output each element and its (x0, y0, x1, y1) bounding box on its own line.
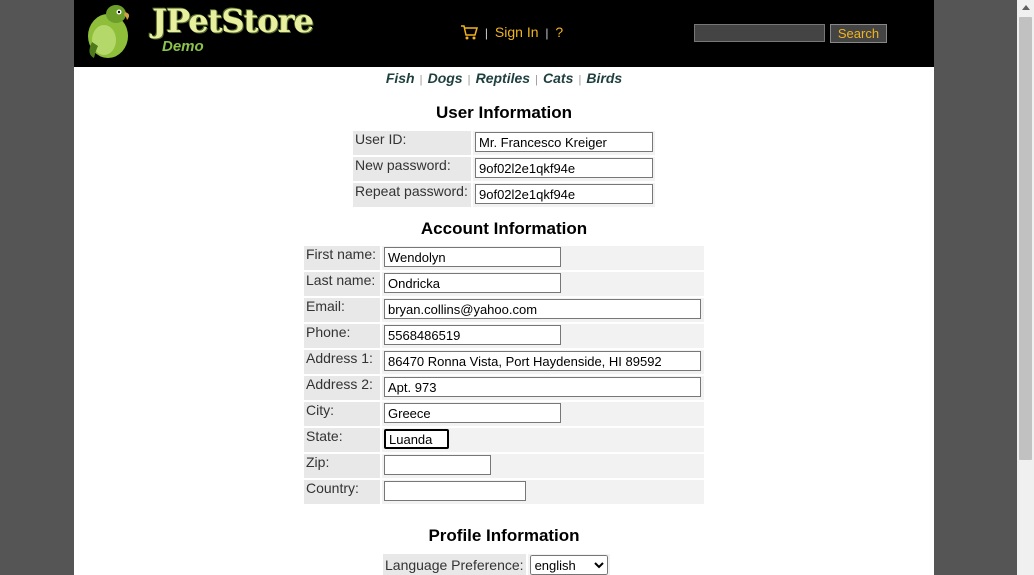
profile-info-table: Language Preference: english (381, 552, 612, 575)
user-info-table: User ID: New password: Repeat password: (351, 129, 657, 209)
search-input[interactable] (694, 24, 825, 42)
field-label: Country: (304, 480, 380, 504)
quicklink-dogs[interactable]: Dogs (428, 70, 463, 86)
field-label: First name: (304, 246, 380, 270)
quicklink-birds[interactable]: Birds (586, 70, 622, 86)
scroll-up-arrow-icon[interactable] (1022, 5, 1030, 10)
field-cell (473, 183, 655, 207)
logo[interactable]: JPetStore Demo (82, 2, 314, 60)
address1-input[interactable] (384, 351, 701, 371)
form-row: Language Preference: english (383, 554, 610, 575)
field-label: Address 2: (304, 376, 380, 400)
field-cell (382, 246, 704, 270)
field-cell: english (527, 554, 610, 575)
last-name-input[interactable] (384, 273, 561, 293)
sign-in-link[interactable]: Sign In (495, 24, 539, 40)
email-input[interactable] (384, 299, 701, 319)
state-input[interactable] (384, 429, 449, 449)
field-label: Zip: (304, 454, 380, 478)
field-label: City: (304, 402, 380, 426)
field-label: Email: (304, 298, 380, 322)
form-row: Address 2: (304, 376, 704, 400)
zip-input[interactable] (384, 455, 491, 475)
repeat-password-input[interactable] (475, 184, 653, 204)
search-button[interactable]: Search (830, 24, 887, 43)
form-row: Address 1: (304, 350, 704, 374)
field-cell (382, 376, 704, 400)
account-info-table: First name: Last name: Email: Phone: Add… (302, 244, 706, 506)
profile-info-heading: Profile Information (428, 526, 580, 545)
field-label: Address 1: (304, 350, 380, 374)
form-row: New password: (353, 157, 655, 181)
city-input[interactable] (384, 403, 561, 423)
parrot-logo-icon (88, 5, 130, 58)
form-row: Email: (304, 298, 704, 322)
field-label: Repeat password: (353, 183, 471, 207)
header-menu: | Sign In | ? (460, 24, 563, 43)
form-row: State: (304, 428, 704, 452)
help-link[interactable]: ? (555, 24, 563, 40)
quicklink-fish[interactable]: Fish (386, 70, 415, 86)
form-row: Phone: (304, 324, 704, 348)
field-cell (382, 402, 704, 426)
field-label: Language Preference: (383, 554, 526, 575)
field-label: New password: (353, 157, 471, 181)
quick-links: Fish | Dogs | Reptiles | Cats | Birds (385, 70, 623, 86)
form-row: Zip: (304, 454, 704, 478)
field-cell (382, 454, 704, 478)
header: JPetStore Demo | Sign In | ? Search (74, 0, 934, 67)
field-cell (382, 480, 704, 504)
vertical-scrollbar[interactable] (1017, 0, 1034, 575)
form-row: Repeat password: (353, 183, 655, 207)
field-label: Phone: (304, 324, 380, 348)
logo-title: JPetStore (152, 2, 314, 40)
menu-separator: | (545, 26, 549, 41)
form-row: User ID: (353, 131, 655, 155)
cart-icon[interactable] (460, 24, 478, 43)
field-cell (382, 324, 704, 348)
first-name-input[interactable] (384, 247, 561, 267)
field-label: State: (304, 428, 380, 452)
scroll-thumb[interactable] (1019, 17, 1032, 460)
page: JPetStore Demo | Sign In | ? Search Fish… (74, 0, 934, 575)
field-cell (382, 272, 704, 296)
user-info-heading: User Information (435, 103, 573, 122)
account-info-heading: Account Information (420, 219, 588, 238)
form-row: Last name: (304, 272, 704, 296)
user-id-input[interactable] (475, 132, 653, 152)
field-cell (473, 157, 655, 181)
language-select[interactable]: english (529, 555, 608, 575)
form-row: First name: (304, 246, 704, 270)
new-password-input[interactable] (475, 158, 653, 178)
field-label: Last name: (304, 272, 380, 296)
logo-subtitle: Demo (162, 38, 204, 55)
phone-input[interactable] (384, 325, 561, 345)
form-row: Country: (304, 480, 704, 504)
address2-input[interactable] (384, 377, 701, 397)
quicklink-cats[interactable]: Cats (543, 70, 573, 86)
field-cell (382, 428, 704, 452)
field-cell (473, 131, 655, 155)
country-input[interactable] (384, 481, 526, 501)
field-label: User ID: (353, 131, 471, 155)
field-cell (382, 350, 704, 374)
field-cell (382, 298, 704, 322)
quicklink-reptiles[interactable]: Reptiles (476, 70, 530, 86)
menu-separator: | (484, 26, 489, 41)
form-row: City: (304, 402, 704, 426)
